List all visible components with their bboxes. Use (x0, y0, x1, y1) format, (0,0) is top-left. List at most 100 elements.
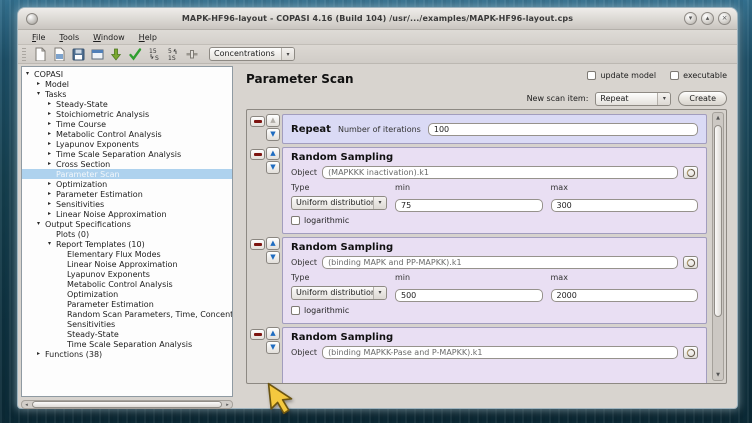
move-down-button[interactable]: ▼ (266, 128, 280, 141)
update-model-checkbox[interactable] (587, 71, 596, 80)
tree-item-copasi[interactable]: ▾COPASI (22, 69, 232, 79)
tree-horizontal-scrollbar[interactable]: ◂ ▸ (21, 400, 233, 409)
maximize-button[interactable]: ▴ (701, 12, 714, 25)
copasi-object-picker-button[interactable] (683, 256, 698, 269)
toolbar-handle[interactable] (22, 48, 26, 61)
expand-arrow-icon[interactable]: ▸ (48, 121, 56, 127)
scroll-left-icon[interactable]: ◂ (22, 401, 31, 408)
collapse-arrow-icon[interactable]: ▾ (26, 71, 34, 77)
collapse-arrow-icon[interactable]: ▾ (37, 221, 45, 227)
min-input[interactable] (395, 199, 543, 212)
chevron-down-icon[interactable]: ▾ (281, 48, 294, 60)
tree-item-linear-noise-approximation[interactable]: ▸Linear Noise Approximation (22, 209, 232, 219)
tree-item-model[interactable]: ▸Model (22, 79, 232, 89)
tree-item-sensitivities[interactable]: Sensitivities (22, 319, 232, 329)
expand-arrow-icon[interactable]: ▸ (48, 101, 56, 107)
logarithmic-checkbox[interactable] (291, 306, 300, 315)
expand-arrow-icon[interactable]: ▸ (48, 211, 56, 217)
tree-item-metabolic-control-analysis[interactable]: Metabolic Control Analysis (22, 279, 232, 289)
remove-item-button[interactable] (250, 149, 265, 160)
show-model-window-icon[interactable] (89, 46, 105, 62)
tree-item-metabolic-control-analysis[interactable]: ▸Metabolic Control Analysis (22, 129, 232, 139)
expand-arrow-icon[interactable]: ▸ (48, 131, 56, 137)
scroll-down-icon[interactable]: ▼ (713, 370, 723, 380)
object-field[interactable] (322, 346, 678, 359)
concentrations-icon[interactable]: 51S (165, 46, 181, 62)
move-up-button[interactable]: ▲ (266, 147, 280, 160)
create-button[interactable]: Create (678, 91, 727, 106)
tree-item-time-scale-separation-analysis[interactable]: Time Scale Separation Analysis (22, 339, 232, 349)
expand-arrow-icon[interactable]: ▸ (37, 351, 45, 357)
copasi-object-picker-button[interactable] (683, 166, 698, 179)
close-button[interactable]: × (718, 12, 731, 25)
tree-item-elementary-flux-modes[interactable]: Elementary Flux Modes (22, 249, 232, 259)
object-field[interactable] (322, 166, 678, 179)
window-menu-icon[interactable] (26, 13, 38, 25)
expand-arrow-icon[interactable]: ▸ (48, 141, 56, 147)
copasi-object-picker-button[interactable] (683, 346, 698, 359)
chevron-down-icon[interactable]: ▾ (373, 287, 386, 299)
tree-item-functions-38[interactable]: ▸Functions (38) (22, 349, 232, 359)
move-down-button[interactable]: ▼ (266, 161, 280, 174)
update-model-icon[interactable] (108, 46, 124, 62)
view-mode-combo[interactable]: Concentrations ▾ (209, 47, 295, 61)
expand-arrow-icon[interactable]: ▸ (48, 201, 56, 207)
chevron-down-icon[interactable]: ▾ (657, 93, 670, 105)
distribution-combo[interactable]: Uniform distribution ▾ (291, 196, 387, 210)
distribution-combo[interactable]: Uniform distribution ▾ (291, 286, 387, 300)
titlebar[interactable]: MAPK-HF96-layout - COPASI 4.16 (Build 10… (18, 8, 737, 30)
open-file-icon[interactable] (51, 46, 67, 62)
tree-item-parameter-scan[interactable]: Parameter Scan (22, 169, 232, 179)
save-icon[interactable] (70, 46, 86, 62)
tree-item-time-scale-separation-analysis[interactable]: ▸Time Scale Separation Analysis (22, 149, 232, 159)
new-file-icon[interactable] (32, 46, 48, 62)
scan-list-scrollbar[interactable]: ▲ ▼ (712, 112, 724, 381)
collapse-arrow-icon[interactable]: ▾ (37, 91, 45, 97)
minimize-button[interactable]: ▾ (684, 12, 697, 25)
tree-item-report-templates-10[interactable]: ▾Report Templates (10) (22, 239, 232, 249)
particle-numbers-icon[interactable]: 15S (146, 46, 162, 62)
logarithmic-checkbox-group[interactable]: logarithmic (291, 306, 698, 315)
tree-item-parameter-estimation[interactable]: ▸Parameter Estimation (22, 189, 232, 199)
expand-arrow-icon[interactable]: ▸ (48, 181, 56, 187)
tree-item-optimization[interactable]: Optimization (22, 289, 232, 299)
chevron-down-icon[interactable]: ▾ (373, 197, 386, 209)
iterations-input[interactable] (428, 123, 698, 136)
tree-item-stoichiometric-analysis[interactable]: ▸Stoichiometric Analysis (22, 109, 232, 119)
move-up-button[interactable]: ▲ (266, 327, 280, 340)
move-up-button[interactable]: ▲ (266, 237, 280, 250)
tree-item-optimization[interactable]: ▸Optimization (22, 179, 232, 189)
tree-item-lyapunov-exponents[interactable]: ▸Lyapunov Exponents (22, 139, 232, 149)
tree-item-steady-state[interactable]: Steady-State (22, 329, 232, 339)
expand-arrow-icon[interactable]: ▸ (48, 111, 56, 117)
menu-tools[interactable]: Tools (53, 32, 85, 43)
tree-item-plots-0[interactable]: Plots (0) (22, 229, 232, 239)
scrollbar-thumb[interactable] (714, 125, 722, 317)
expand-arrow-icon[interactable]: ▸ (48, 161, 56, 167)
scrollbar-thumb[interactable] (32, 401, 222, 408)
tree-item-tasks[interactable]: ▾Tasks (22, 89, 232, 99)
min-input[interactable] (395, 289, 543, 302)
scroll-up-icon[interactable]: ▲ (713, 113, 723, 123)
executable-checkbox-group[interactable]: executable (670, 71, 727, 80)
tree-item-parameter-estimation[interactable]: Parameter Estimation (22, 299, 232, 309)
update-model-checkbox-group[interactable]: update model (587, 71, 656, 80)
tree-item-lyapunov-exponents[interactable]: Lyapunov Exponents (22, 269, 232, 279)
menu-help[interactable]: Help (133, 32, 163, 43)
menu-window[interactable]: Window (87, 32, 131, 43)
move-down-button[interactable]: ▼ (266, 251, 280, 264)
scroll-right-icon[interactable]: ▸ (223, 401, 232, 408)
tree-item-linear-noise-approximation[interactable]: Linear Noise Approximation (22, 259, 232, 269)
menu-file[interactable]: File (26, 32, 51, 43)
logarithmic-checkbox-group[interactable]: logarithmic (291, 216, 698, 225)
remove-item-button[interactable] (250, 329, 265, 340)
remove-item-button[interactable] (250, 116, 265, 127)
executable-checkbox[interactable] (670, 71, 679, 80)
move-down-button[interactable]: ▼ (266, 341, 280, 354)
collapse-arrow-icon[interactable]: ▾ (48, 241, 56, 247)
tree-item-output-specifications[interactable]: ▾Output Specifications (22, 219, 232, 229)
tree-item-sensitivities[interactable]: ▸Sensitivities (22, 199, 232, 209)
expand-arrow-icon[interactable]: ▸ (48, 191, 56, 197)
apply-check-icon[interactable] (127, 46, 143, 62)
tree-item-time-course[interactable]: ▸Time Course (22, 119, 232, 129)
